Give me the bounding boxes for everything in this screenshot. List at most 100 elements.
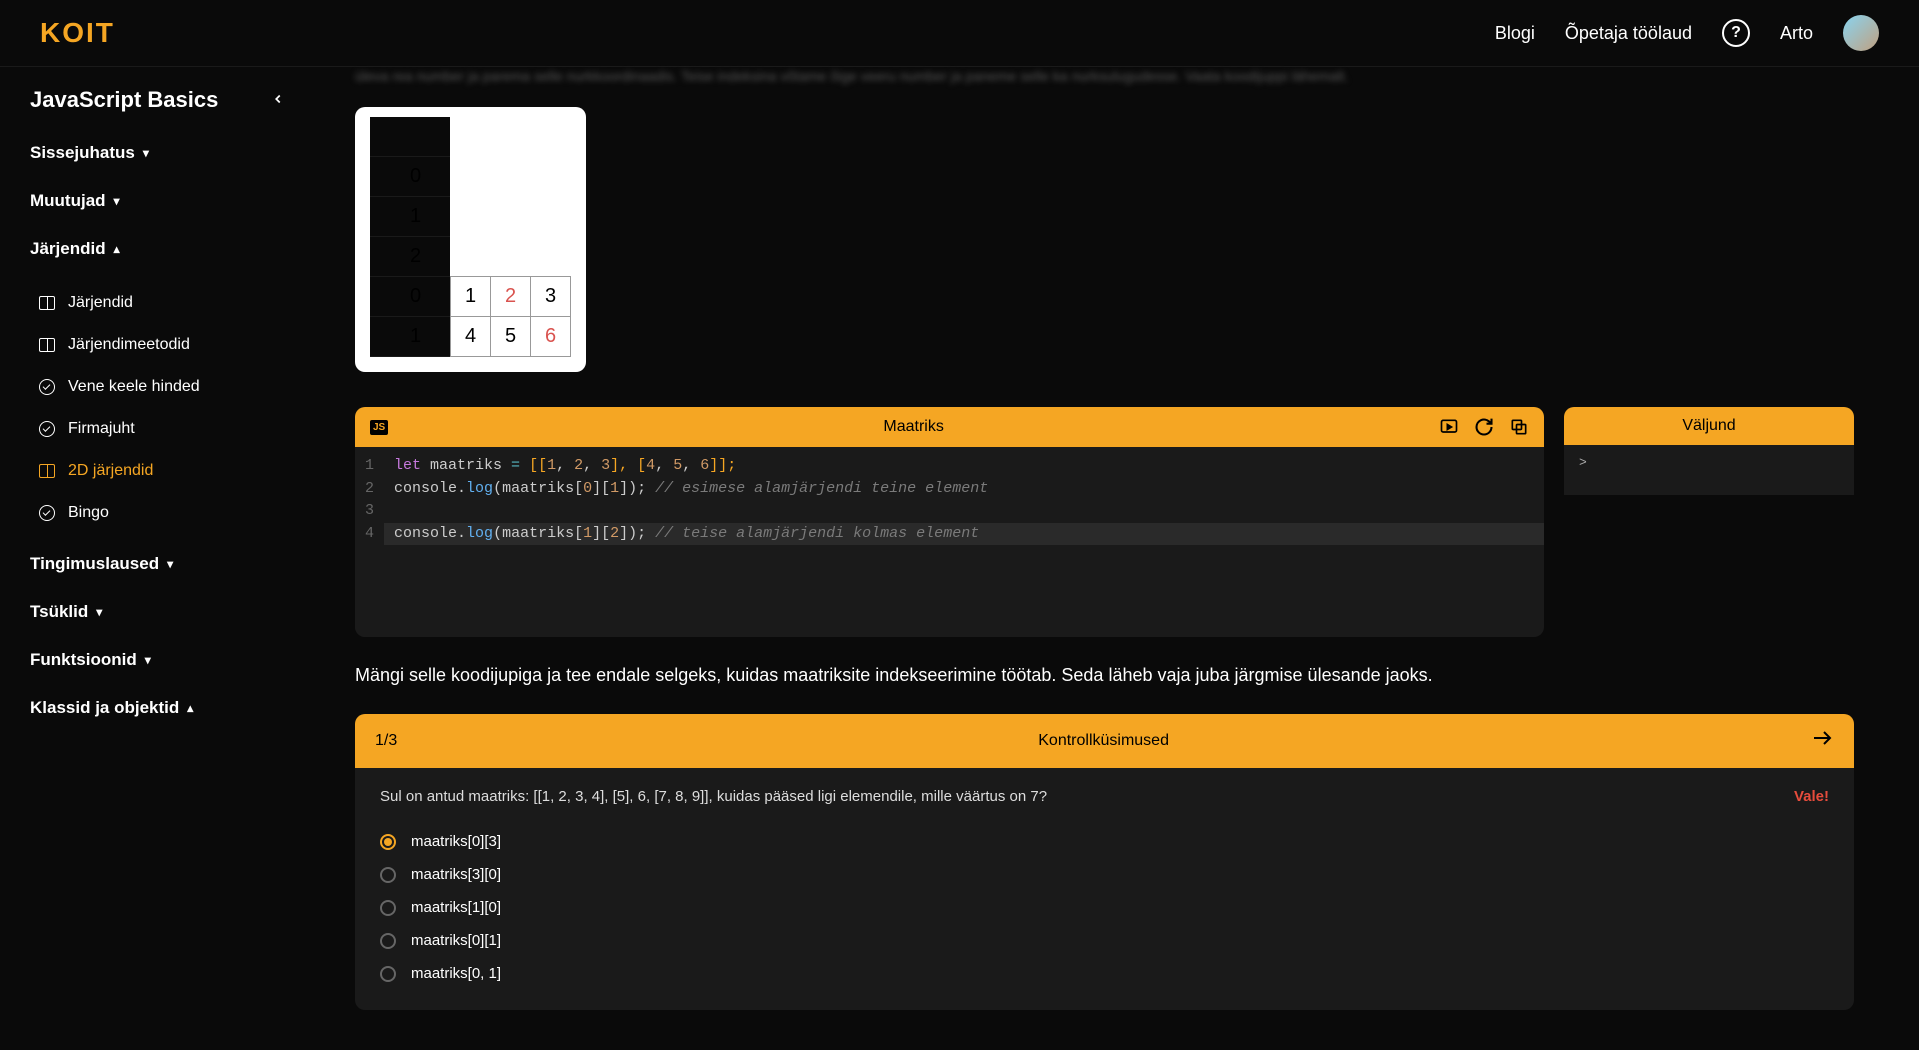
radio-icon [380,900,396,916]
nav-user[interactable]: Arto [1780,23,1813,44]
output-body: > [1564,445,1854,495]
quiz-option-4[interactable]: maatriks[0, 1] [380,957,1829,990]
quiz-option-label: maatriks[1][0] [411,899,501,916]
header: KOIT Blogi Õpetaja töölaud ? Arto [0,0,1919,67]
section-label: Tingimuslaused [30,554,159,574]
sidebar-item-bingo[interactable]: Bingo [30,492,285,534]
chevron-down-icon: ▾ [96,605,102,619]
sidebar-item-label: Firmajuht [68,420,135,438]
quiz-question: Sul on antud maatriks: [[1, 2, 3, 4], [5… [380,788,1047,805]
quiz-option-label: maatriks[0, 1] [411,965,501,982]
collapse-sidebar-button[interactable] [271,90,285,111]
chevron-down-icon: ▾ [143,146,149,160]
col-header: 1 [370,197,450,237]
book-icon [38,294,56,312]
chevron-down-icon: ▾ [114,194,120,208]
quiz-next-button[interactable] [1810,726,1834,756]
quiz-counter: 1/3 [375,732,397,750]
nav-blog[interactable]: Blogi [1495,23,1535,44]
matrix-card: 0 1 2 0 1 2 3 1 4 5 6 [355,107,586,373]
js-badge-icon: JS [370,420,388,435]
chevron-down-icon: ▾ [167,557,173,571]
avatar[interactable] [1843,15,1879,51]
quiz-body: Sul on antud maatriks: [[1, 2, 3, 4], [5… [355,768,1854,1010]
editor-header: JS Maatriks [355,407,1544,447]
check-icon [38,420,56,438]
quiz-option-label: maatriks[0][1] [411,932,501,949]
sidebar-item-label: Järjendid [68,294,133,312]
editor-toolbar [1439,417,1529,437]
matrix-cell: 3 [531,277,571,317]
section-label: Sissejuhatus [30,143,135,163]
quiz-title: Kontrollküsimused [397,732,1810,750]
check-icon [38,378,56,396]
chevron-down-icon: ▾ [145,653,151,667]
radio-icon [380,834,396,850]
book-icon [38,462,56,480]
sidebar-item-jarjendid[interactable]: Järjendid [30,282,285,324]
output-prompt: > [1579,455,1587,470]
section-muutujad[interactable]: Muutujad ▾ [30,186,285,216]
quiz-option-2[interactable]: maatriks[1][0] [380,891,1829,924]
section-label: Funktsioonid [30,650,137,670]
logo[interactable]: KOIT [40,17,115,49]
help-icon[interactable]: ? [1722,19,1750,47]
section-tsuklid[interactable]: Tsüklid ▾ [30,597,285,627]
chevron-up-icon: ▴ [187,701,193,715]
output-header: Väljund [1564,407,1854,445]
output-panel: Väljund > [1564,407,1854,637]
quiz-question-row: Sul on antud maatriks: [[1, 2, 3, 4], [5… [380,788,1829,805]
line-numbers: 1 2 3 4 [355,447,384,637]
sidebar-item-label: 2D järjendid [68,462,153,480]
section-label: Muutujad [30,191,106,211]
sidebar-header: JavaScript Basics [30,87,285,113]
quiz-option-label: maatriks[0][3] [411,833,501,850]
sidebar-item-2d-jarjendid[interactable]: 2D järjendid [30,450,285,492]
course-title: JavaScript Basics [30,87,218,113]
section-klassid[interactable]: Klassid ja objektid ▴ [30,693,285,723]
editor-title: Maatriks [388,418,1439,436]
section-sissejuhatus[interactable]: Sissejuhatus ▾ [30,138,285,168]
quiz-option-label: maatriks[3][0] [411,866,501,883]
matrix-cell: 6 [531,317,571,357]
sidebar-item-vene-keele[interactable]: Vene keele hinded [30,366,285,408]
sidebar-item-jarjendimeetodid[interactable]: Järjendimeetodid [30,324,285,366]
output-title: Väljund [1579,417,1839,435]
section-label: Klassid ja objektid [30,698,179,718]
quiz-option-0[interactable]: maatriks[0][3] [380,825,1829,858]
book-icon [38,336,56,354]
section-label: Tsüklid [30,602,88,622]
code-area[interactable]: let maatriks = [[1, 2, 3], [4, 5, 6]]; c… [384,447,1544,637]
section-label: Järjendid [30,239,106,259]
run-icon[interactable] [1439,417,1459,437]
row-header: 1 [370,317,450,357]
matrix-table: 0 1 2 0 1 2 3 1 4 5 6 [370,117,571,358]
check-icon [38,504,56,522]
col-header: 2 [370,237,450,277]
jarjendid-items: Järjendid Järjendimeetodid Vene keele hi… [30,282,285,534]
chevron-up-icon: ▴ [114,242,120,256]
description-text: Mängi selle koodijupiga ja tee endale se… [355,662,1854,689]
blurred-text: üleva rea number ja parema selle nurkkoo… [355,67,1854,87]
quiz-result: Vale! [1794,788,1829,805]
sidebar-item-label: Vene keele hinded [68,378,200,396]
nav-teacher[interactable]: Õpetaja töölaud [1565,23,1692,44]
section-tingimuslaused[interactable]: Tingimuslaused ▾ [30,549,285,579]
copy-icon[interactable] [1509,417,1529,437]
radio-icon [380,933,396,949]
matrix-cell: 5 [491,317,531,357]
editor-row: JS Maatriks [355,407,1854,637]
section-funktsioonid[interactable]: Funktsioonid ▾ [30,645,285,675]
code-editor[interactable]: 1 2 3 4 let maatriks = [[1, 2, 3], [4, 5… [355,447,1544,637]
layout: JavaScript Basics Sissejuhatus ▾ Muutuja… [0,67,1919,1050]
quiz-option-1[interactable]: maatriks[3][0] [380,858,1829,891]
section-jarjendid[interactable]: Järjendid ▴ [30,234,285,264]
row-header: 0 [370,277,450,317]
sidebar-item-firmajuht[interactable]: Firmajuht [30,408,285,450]
quiz-option-3[interactable]: maatriks[0][1] [380,924,1829,957]
quiz-header: 1/3 Kontrollküsimused [355,714,1854,768]
matrix-cell: 2 [491,277,531,317]
sidebar-item-label: Järjendimeetodid [68,336,190,354]
reset-icon[interactable] [1474,417,1494,437]
matrix-cell: 1 [451,277,491,317]
